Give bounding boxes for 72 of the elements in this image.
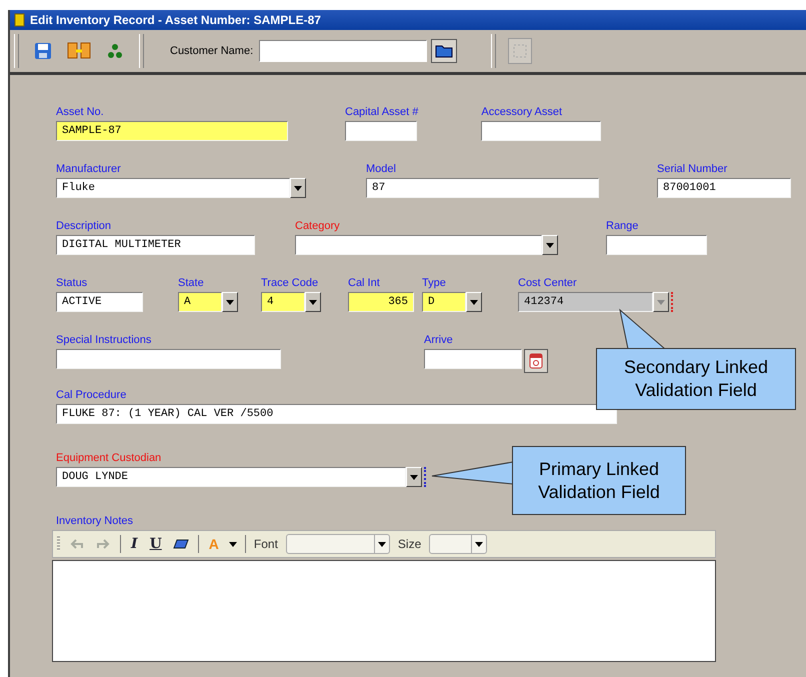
combo-field[interactable]: 4 bbox=[261, 292, 305, 312]
calendar-icon bbox=[529, 353, 543, 369]
caret-icon bbox=[657, 300, 665, 304]
caret-icon bbox=[309, 300, 317, 304]
calendar-button[interactable] bbox=[524, 349, 548, 373]
dropdown-button[interactable] bbox=[542, 235, 558, 255]
caret-icon bbox=[226, 300, 234, 304]
text-field[interactable]: DIGITAL MULTIMETER bbox=[56, 235, 255, 255]
caret-icon bbox=[410, 474, 418, 480]
combo-field[interactable]: DOUG LYNDE bbox=[56, 467, 406, 487]
field-label: Serial Number bbox=[657, 163, 728, 176]
callout-pointer bbox=[619, 308, 666, 350]
combo-field[interactable]: A bbox=[178, 292, 222, 312]
customer-name-field[interactable] bbox=[259, 40, 428, 62]
text-field[interactable]: FLUKE 87: (1 YEAR) CAL VER /5500 bbox=[56, 404, 617, 424]
field-label: Trace Code bbox=[261, 277, 320, 290]
grip-icon bbox=[57, 536, 60, 552]
size-label: Size bbox=[398, 537, 422, 551]
field-label: Model bbox=[366, 163, 397, 176]
italic-button[interactable]: I bbox=[129, 536, 140, 552]
dropdown-button[interactable] bbox=[466, 292, 482, 312]
caret-icon bbox=[475, 542, 484, 546]
field-label: Arrive bbox=[424, 334, 454, 347]
frame-icon bbox=[513, 44, 528, 58]
dropdown-button[interactable] bbox=[290, 178, 306, 198]
field-label: Manufacturer bbox=[56, 163, 122, 176]
underline-button[interactable]: U bbox=[148, 536, 164, 552]
notes-label: Inventory Notes bbox=[56, 515, 134, 528]
text-field[interactable]: 87001001 bbox=[657, 178, 791, 198]
notes-text-area[interactable] bbox=[52, 560, 716, 662]
text-field[interactable] bbox=[56, 349, 281, 369]
date-field[interactable] bbox=[424, 349, 522, 369]
dropdown-button[interactable] bbox=[653, 292, 669, 312]
caret-icon bbox=[470, 300, 478, 304]
combo-field[interactable]: D bbox=[422, 292, 466, 312]
field-label: Asset No. bbox=[56, 106, 105, 119]
dropdown-button[interactable] bbox=[222, 292, 238, 312]
field-label: Description bbox=[56, 220, 112, 233]
field-label: Cal Int bbox=[348, 277, 381, 290]
combo-field[interactable] bbox=[295, 235, 542, 255]
text-field[interactable] bbox=[345, 121, 417, 141]
text-field[interactable] bbox=[606, 235, 707, 255]
combo-field[interactable]: Fluke bbox=[56, 178, 290, 198]
caret-icon bbox=[546, 242, 554, 248]
field-label: Special Instructions bbox=[56, 334, 152, 347]
field-label: State bbox=[178, 277, 205, 290]
field-label: Type bbox=[422, 277, 447, 290]
caret-icon bbox=[294, 186, 302, 190]
window-title: Edit Inventory Record - Asset Number: SAMPLE-87 bbox=[10, 10, 806, 30]
text-field[interactable]: SAMPLE-87 bbox=[56, 121, 288, 141]
dropdown-button[interactable] bbox=[305, 292, 321, 312]
customer-name-label: Customer Name: bbox=[170, 45, 254, 57]
text-field[interactable]: ACTIVE bbox=[56, 292, 143, 312]
field-label: Cal Procedure bbox=[56, 389, 128, 402]
font-label: Font bbox=[254, 537, 278, 551]
app-icon bbox=[14, 13, 26, 27]
text-field[interactable] bbox=[481, 121, 602, 141]
text-field[interactable]: 365 bbox=[348, 292, 414, 312]
field-label: Status bbox=[56, 277, 88, 290]
folder-icon bbox=[435, 44, 454, 58]
text-field[interactable]: 87 bbox=[366, 178, 599, 198]
callout-box: Primary Linked Validation Field bbox=[512, 446, 686, 515]
dropdown-button[interactable] bbox=[406, 467, 422, 487]
field-label: Capital Asset # bbox=[345, 106, 418, 119]
caret-icon bbox=[228, 542, 237, 546]
field-label: Category bbox=[295, 220, 341, 233]
browse-button[interactable] bbox=[431, 39, 458, 63]
caret-icon bbox=[378, 542, 386, 546]
field-label: Cost Center bbox=[518, 277, 578, 290]
field-label: Accessory Asset bbox=[481, 106, 564, 119]
field-label: Range bbox=[606, 220, 640, 233]
field-label: Equipment Custodian bbox=[56, 452, 162, 465]
